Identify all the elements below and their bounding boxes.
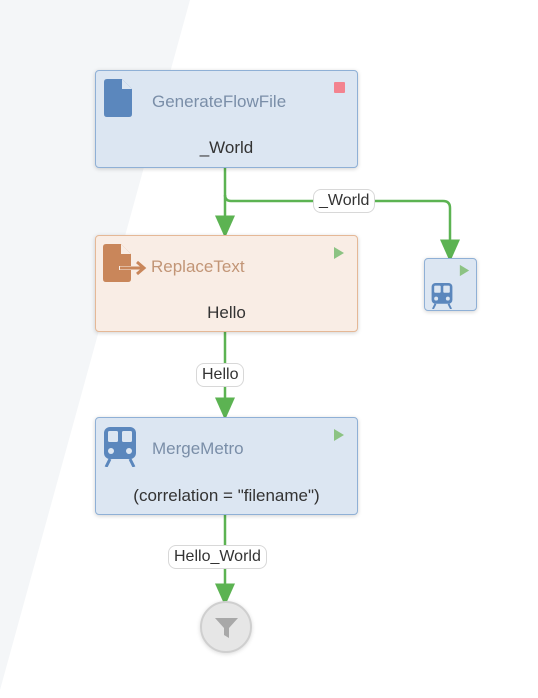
generate-flowfile-node[interactable]: GenerateFlowFile _World <box>95 70 358 168</box>
edge-label-world: _World <box>313 189 376 213</box>
stop-indicator <box>334 82 345 93</box>
metro-icon <box>104 427 136 467</box>
edge-label-hello-world: Hello_World <box>168 545 267 569</box>
file-icon <box>104 79 132 117</box>
replace-text-node[interactable]: ReplaceText Hello <box>95 235 358 332</box>
edge-label-hello: Hello <box>196 363 245 387</box>
metro-node-small[interactable] <box>424 258 477 311</box>
node-subtitle: (correlation = "filename") <box>133 486 320 505</box>
node-subtitle: Hello <box>207 303 246 322</box>
funnel-sink-node[interactable] <box>200 601 252 653</box>
node-subtitle: _World <box>199 138 254 157</box>
node-title: ReplaceText <box>151 257 245 276</box>
funnel-icon <box>215 618 238 638</box>
node-title: MergeMetro <box>152 439 244 458</box>
run-indicator <box>459 264 470 277</box>
node-title: GenerateFlowFile <box>152 92 287 111</box>
merge-metro-node[interactable]: MergeMetro (correlation = "filename") <box>95 417 358 515</box>
metro-icon <box>431 283 453 309</box>
run-indicator <box>334 429 344 441</box>
file-export-icon <box>103 244 147 282</box>
run-indicator <box>334 247 344 259</box>
